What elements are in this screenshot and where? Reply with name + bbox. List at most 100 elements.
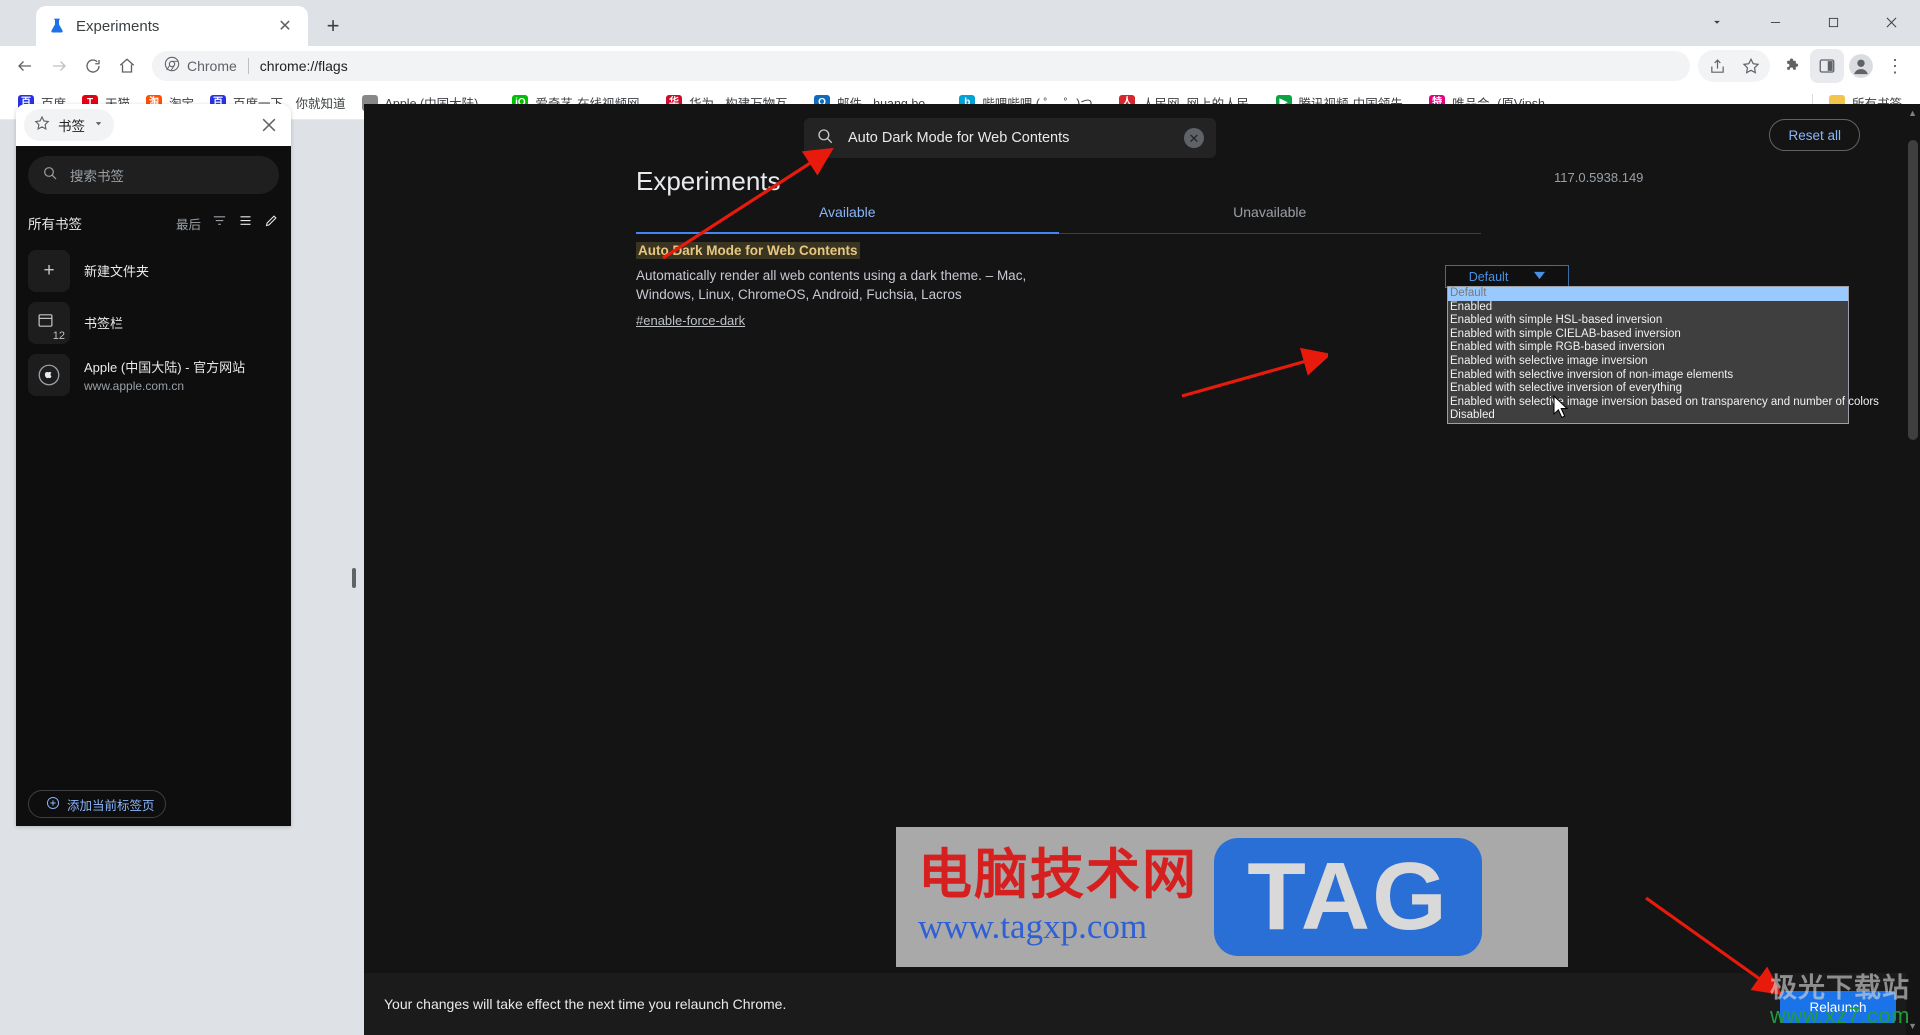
side-panel-footer: 添加当前标签页: [16, 782, 291, 826]
search-icon: [42, 165, 58, 186]
dropdown-option[interactable]: Enabled with simple RGB-based inversion: [1448, 341, 1848, 355]
search-input[interactable]: Auto Dark Mode for Web Contents ✕: [804, 118, 1216, 158]
filter-icon[interactable]: [212, 213, 227, 233]
list-header-actions: 最后: [176, 213, 279, 233]
page-actions-pill: [1698, 50, 1770, 82]
reload-button[interactable]: [76, 49, 110, 83]
flag-select[interactable]: Default: [1445, 265, 1569, 288]
url-text: chrome://flags: [259, 58, 348, 74]
new-tab-button[interactable]: +: [316, 9, 350, 43]
list-item-title: 书签栏: [84, 316, 124, 331]
tab-strip: Experiments ✕ +: [0, 0, 1920, 46]
browser-tab-experiments[interactable]: Experiments ✕: [36, 6, 308, 46]
list-item-text: 书签栏: [84, 313, 123, 333]
tagxp-watermark: 电脑技术网 www.tagxp.com TAG: [896, 827, 1568, 967]
list-item-text: Apple (中国大陆) - 官方网站 www.apple.com.cn: [84, 357, 245, 393]
flag-description: Automatically render all web contents us…: [636, 268, 1027, 302]
clear-search-icon[interactable]: ✕: [1184, 128, 1204, 148]
dropdown-option[interactable]: Enabled: [1448, 301, 1848, 315]
folder-icon: 12: [28, 302, 70, 344]
forward-button[interactable]: [42, 49, 76, 83]
plus-icon: +: [28, 250, 70, 292]
close-window-button[interactable]: [1862, 0, 1920, 44]
maximize-button[interactable]: [1804, 0, 1862, 44]
dropdown-option[interactable]: Enabled with simple HSL-based inversion: [1448, 314, 1848, 328]
bookmarks-list-header: 所有书签 最后: [28, 208, 279, 238]
page-scrollbar[interactable]: ▲ ▼: [1906, 104, 1920, 1035]
extensions-puzzle-icon[interactable]: [1776, 49, 1810, 83]
tab-search-button[interactable]: [1688, 0, 1746, 44]
relaunch-notice-text: Your changes will take effect the next t…: [384, 996, 787, 1012]
browser-toolbar: Chrome chrome://flags ⋮: [0, 46, 1920, 86]
back-button[interactable]: [8, 49, 42, 83]
chevron-down-icon: [93, 116, 104, 134]
share-icon[interactable]: [1700, 49, 1734, 83]
omnibox-divider: [247, 58, 249, 74]
list-item-title: Apple (中国大陆) - 官方网站: [84, 360, 246, 375]
side-panel-body: 搜索书签 所有书签 最后 + 新建文件夹 12 书签栏 Apple (中国大陆)…: [16, 146, 291, 826]
window-controls: [1688, 0, 1920, 44]
list-item[interactable]: 12 书签栏: [28, 300, 279, 346]
reset-all-button[interactable]: Reset all: [1769, 119, 1860, 151]
browser-window: Experiments ✕ + Chrome chrome://flags ⋮ …: [0, 0, 1920, 1035]
all-bookmarks-title: 所有书签: [28, 217, 82, 232]
dropdown-option[interactable]: Enabled with selective inversion of ever…: [1448, 382, 1848, 396]
bookmarks-search-placeholder: 搜索书签: [70, 169, 124, 184]
scrollbar-thumb[interactable]: [1908, 140, 1918, 440]
tab-title: Experiments: [76, 17, 160, 35]
tagxp-watermark-cn: 电脑技术网: [918, 842, 1198, 906]
add-current-tab-button[interactable]: 添加当前标签页: [28, 790, 166, 818]
side-panel-resize-handle[interactable]: [352, 568, 356, 588]
address-bar[interactable]: Chrome chrome://flags: [152, 51, 1690, 81]
flask-icon: [48, 17, 66, 35]
scroll-up-arrow-icon[interactable]: ▲: [1908, 108, 1917, 118]
list-item[interactable]: + 新建文件夹: [28, 248, 279, 294]
flags-search-row: Auto Dark Mode for Web Contents ✕: [804, 114, 1774, 162]
tab-close-button[interactable]: ✕: [274, 15, 296, 37]
dropdown-option[interactable]: Enabled with selective image inversion: [1448, 355, 1848, 369]
list-view-icon[interactable]: [238, 213, 253, 233]
bookmark-star-icon[interactable]: [1734, 49, 1768, 83]
scroll-down-arrow-icon[interactable]: ▼: [1908, 1021, 1917, 1031]
annotation-arrow-search: [662, 148, 834, 260]
list-item-subtitle: www.apple.com.cn: [84, 379, 185, 393]
chrome-chip-label: Chrome: [187, 58, 237, 74]
side-panel-header: 书签: [16, 104, 291, 146]
tagxp-watermark-text: 电脑技术网 www.tagxp.com: [896, 842, 1198, 948]
annotation-arrow-dropdown: [1181, 348, 1328, 398]
chevron-down-icon: [1534, 271, 1546, 283]
flag-permalink[interactable]: #enable-force-dark: [636, 313, 745, 328]
tab-unavailable[interactable]: Unavailable: [1059, 204, 1482, 233]
list-item[interactable]: Apple (中国大陆) - 官方网站 www.apple.com.cn: [28, 352, 279, 398]
mouse-cursor: [1553, 394, 1570, 425]
sort-label[interactable]: 最后: [176, 214, 201, 233]
chrome-chip: Chrome: [164, 56, 237, 77]
dropdown-option[interactable]: Enabled with selective image inversion b…: [1448, 396, 1879, 410]
bookmarks-side-panel: 书签 搜索书签 所有书签 最后 + 新建文件夹 12 书签栏 Apple (中国…: [16, 104, 291, 826]
add-current-tab-label: 添加当前标签页: [67, 798, 155, 813]
flag-select-dropdown[interactable]: Default Enabled Enabled with simple HSL-…: [1447, 286, 1879, 424]
profile-avatar-icon[interactable]: [1844, 49, 1878, 83]
list-item-title: 新建文件夹: [84, 264, 150, 279]
dropdown-option[interactable]: Enabled with selective inversion of non-…: [1448, 369, 1848, 383]
dropdown-option[interactable]: Disabled: [1448, 409, 1848, 423]
side-panel-selector[interactable]: 书签: [24, 109, 114, 141]
home-button[interactable]: [110, 49, 144, 83]
star-icon: [34, 115, 50, 136]
minimize-button[interactable]: [1746, 0, 1804, 44]
pencil-icon[interactable]: [264, 213, 279, 233]
tagxp-watermark-badge: TAG: [1214, 838, 1482, 956]
side-panel-icon[interactable]: [1810, 49, 1844, 83]
side-panel-close-icon[interactable]: [255, 111, 283, 139]
dropdown-option[interactable]: Enabled with simple CIELAB-based inversi…: [1448, 328, 1848, 342]
annotation-arrow-relaunch: [1645, 896, 1783, 995]
folder-count: 12: [52, 330, 65, 342]
dropdown-option[interactable]: Default: [1448, 287, 1848, 301]
relaunch-button[interactable]: Relaunch: [1780, 991, 1896, 1023]
version-label: 117.0.5938.149: [1554, 170, 1644, 185]
browser-menu-icon[interactable]: ⋮: [1878, 49, 1912, 83]
bookmarks-search-input[interactable]: 搜索书签: [28, 156, 279, 194]
side-panel-selector-label: 书签: [58, 119, 85, 134]
plus-circle-icon: [46, 796, 60, 813]
search-input-value: Auto Dark Mode for Web Contents: [848, 130, 1070, 146]
